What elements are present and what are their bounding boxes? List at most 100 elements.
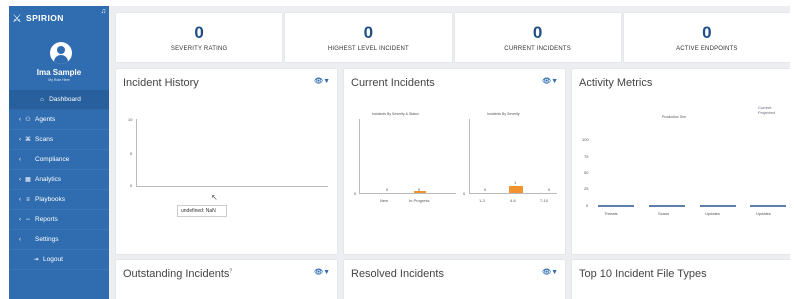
bar-threats[interactable] — [598, 205, 634, 207]
filter-icon[interactable]: ▼ — [323, 269, 330, 276]
mini-chart-title: Production Sim — [662, 115, 686, 119]
stat-active-endpoints[interactable]: 0 ACTIVE ENDPOINTS — [623, 13, 790, 62]
sidebar-item-compliance[interactable]: ‹ Compliance — [9, 150, 109, 170]
bar-updates-2[interactable] — [750, 205, 786, 207]
sidebar-item-scans[interactable]: ‹ ⌘ Scans — [9, 130, 109, 150]
stat-label: ACTIVE ENDPOINTS — [676, 46, 738, 52]
chart-tooltip: undefined: NaN — [177, 205, 227, 217]
sidebar-item-reports[interactable]: ‹ ∼ Reports — [9, 210, 109, 230]
brand[interactable]: ⚔ SPIRION — [12, 10, 106, 26]
bar-severity-4-6[interactable] — [509, 186, 523, 193]
stats-bar: 0 SEVERITY RATING 0 HIGHEST LEVEL INCIDE… — [116, 13, 790, 62]
card-top-file-types: Top 10 Incident File Types — [572, 260, 790, 299]
mouse-cursor-icon: ↖ — [211, 193, 218, 202]
home-icon: ⌂ — [40, 96, 44, 103]
y-axis — [136, 119, 137, 187]
filter-icon[interactable]: ▼ — [551, 78, 558, 85]
y-tick: 0 — [463, 191, 466, 196]
data-label: 0 — [484, 187, 487, 192]
legend: Current Projected — [758, 105, 775, 115]
card-current-incidents: Current Incidents 👁▼ Incidents By Severi… — [344, 69, 565, 254]
avatar-icon[interactable] — [50, 42, 72, 64]
sidebar-item-agents[interactable]: ‹ ⚇ Agents — [9, 110, 109, 130]
sidebar-item-label: Analytics — [35, 176, 62, 183]
card-outstanding-incidents: Outstanding Incidents? 👁▼ — [116, 260, 337, 299]
view-icon[interactable]: 👁 — [542, 269, 551, 276]
playbooks-icon: ≡ — [26, 196, 30, 203]
sidebar-item-dashboard[interactable]: ⌂ Dashboard — [9, 90, 109, 110]
stat-value: 0 — [532, 23, 543, 42]
stat-highest-level-incident[interactable]: 0 HIGHEST LEVEL INCIDENT — [285, 13, 452, 62]
card-incident-history: Incident History 👁▼ 10 5 0 ↖ undefined: … — [116, 69, 337, 254]
x-axis — [136, 186, 328, 187]
user-role: My Role Here — [48, 78, 70, 82]
data-label: 0 — [386, 187, 389, 192]
y-tick: 0 — [586, 203, 589, 208]
card-title: Current Incidents — [351, 77, 435, 89]
x-tick: In Progress — [409, 198, 430, 203]
stat-current-incidents[interactable]: 0 CURRENT INCIDENTS — [454, 13, 621, 62]
chevron-left-icon: ‹ — [19, 156, 21, 163]
x-tick: Threats — [604, 211, 618, 216]
y-tick: 75 — [584, 154, 589, 159]
sidebar-nav: ⌂ Dashboard ‹ ⚇ Agents ‹ ⌘ Scans ‹ Compl… — [9, 90, 109, 270]
stat-label: CURRENT INCIDENTS — [504, 46, 571, 52]
view-icon[interactable]: 👁 — [314, 78, 323, 85]
x-tick: 4-6 — [510, 198, 516, 203]
stat-value: 0 — [194, 23, 204, 42]
chevron-left-icon: ‹ — [19, 216, 21, 223]
filter-icon[interactable]: ▼ — [323, 78, 330, 85]
data-label: 0 — [548, 187, 551, 192]
spirion-logo-icon: ⚔ — [12, 12, 22, 25]
sidebar-item-label: Dashboard — [49, 96, 81, 103]
bar-in-progress[interactable] — [414, 191, 426, 193]
mini-chart-title: Incidents By Severity & Status — [372, 112, 419, 116]
sidebar-item-label: Agents — [35, 116, 56, 123]
x-tick: Updates — [705, 211, 720, 216]
view-icon[interactable]: 👁 — [542, 78, 551, 85]
x-axis — [469, 193, 557, 194]
brand-name: SPIRION — [26, 13, 64, 23]
y-tick: 10 — [128, 117, 133, 122]
sidebar-item-settings[interactable]: ‹ Settings — [9, 230, 109, 250]
x-tick: 1-3 — [479, 198, 485, 203]
stat-value: 0 — [363, 23, 374, 42]
bar-scans[interactable] — [649, 205, 685, 207]
legend-item-projected: Projected — [758, 110, 775, 115]
sidebar-item-label: Settings — [35, 236, 59, 243]
card-actions: 👁▼ — [542, 268, 558, 276]
agents-icon: ⚇ — [25, 117, 31, 123]
y-tick: 25 — [584, 186, 589, 191]
sidebar-item-label: Logout — [43, 256, 63, 263]
card-actions: 👁▼ — [542, 77, 558, 85]
notification-bell-icon[interactable]: ♫ — [101, 8, 106, 15]
sidebar-item-playbooks[interactable]: ‹ ≡ Playbooks — [9, 190, 109, 210]
card-title: Resolved Incidents — [351, 268, 444, 280]
y-tick: 0 — [130, 183, 133, 188]
y-axis — [469, 119, 470, 193]
stat-value: 0 — [702, 23, 712, 42]
help-icon[interactable]: ? — [229, 268, 232, 274]
user-name: Ima Sample — [36, 68, 82, 77]
data-label: 1 — [514, 180, 517, 185]
chevron-left-icon: ‹ — [19, 116, 21, 123]
sidebar-item-label: Compliance — [35, 156, 70, 163]
stat-severity-rating[interactable]: 0 SEVERITY RATING — [116, 13, 283, 62]
sidebar-item-label: Scans — [35, 136, 54, 143]
logout-icon: ⇥ — [33, 257, 39, 263]
sidebar-item-analytics[interactable]: ‹ ▦ Analytics — [9, 170, 109, 190]
sidebar: ⚔ SPIRION ♫ Ima Sample My Role Here ⌂ Da… — [9, 6, 109, 299]
bar-updates[interactable] — [700, 205, 736, 207]
sidebar-item-logout[interactable]: ⇥ Logout — [9, 250, 109, 270]
stat-label: HIGHEST LEVEL INCIDENT — [327, 46, 409, 52]
y-tick: 100 — [582, 137, 589, 142]
card-actions: 👁▼ — [314, 268, 330, 276]
chevron-left-icon: ‹ — [19, 236, 21, 243]
filter-icon[interactable]: ▼ — [551, 269, 558, 276]
y-axis — [359, 119, 360, 193]
y-tick: 50 — [584, 170, 589, 175]
view-icon[interactable]: 👁 — [314, 269, 323, 276]
card-title-text: Outstanding Incidents — [123, 268, 230, 280]
stat-label: SEVERITY RATING — [170, 46, 228, 52]
y-tick: 5 — [130, 151, 133, 156]
